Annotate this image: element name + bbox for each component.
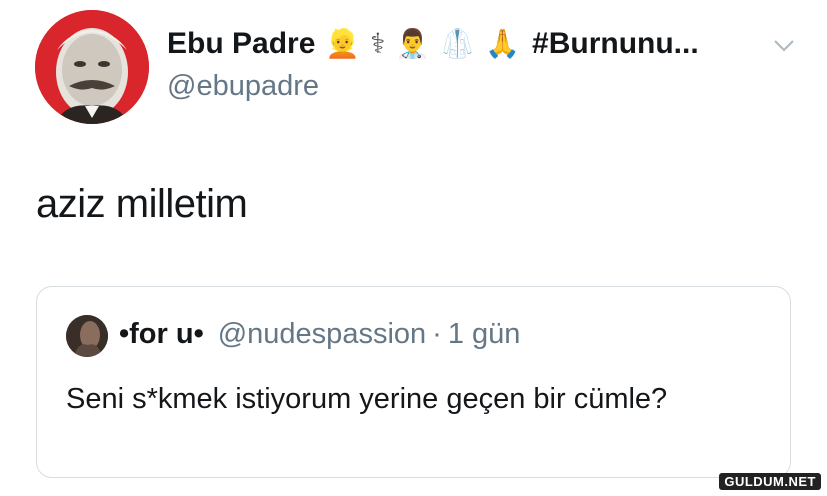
blond-person-emoji-icon: 👱: [325, 28, 361, 59]
author-name-row[interactable]: Ebu Padre 👱 ⚕ 👨‍⚕️ 🥼 🙏 #Burnunu...: [167, 27, 699, 61]
quoted-author-avatar[interactable]: [66, 315, 108, 357]
site-watermark: GULDUM.NET: [719, 473, 821, 490]
author-name[interactable]: Ebu Padre: [167, 27, 315, 61]
quoted-tweet-header: •for u• @nudespassion · 1 gün: [119, 318, 520, 351]
quoted-tweet-card[interactable]: •for u• @nudespassion · 1 gün Seni s*kme…: [36, 286, 791, 478]
medical-symbol-emoji-icon: ⚕: [370, 28, 386, 59]
quoted-author-name[interactable]: •for u•: [119, 318, 204, 351]
separator-dot: ·: [432, 318, 442, 350]
quoted-author-handle[interactable]: @nudespassion: [218, 318, 426, 351]
health-worker-emoji-icon: 👨‍⚕️: [395, 28, 431, 59]
quoted-tweet-time[interactable]: 1 gün: [448, 318, 521, 351]
author-handle[interactable]: @ebupadre: [167, 70, 319, 103]
author-avatar[interactable]: [35, 10, 149, 124]
quoted-tweet-text: Seni s*kmek istiyorum yerine geçen bir c…: [66, 383, 668, 415]
folded-hands-emoji-icon: 🙏: [485, 28, 521, 59]
tweet-text: aziz milletim: [36, 182, 248, 226]
chevron-down-icon[interactable]: [772, 35, 796, 55]
author-name-hashtag: #Burnunu...: [532, 27, 699, 60]
lab-coat-emoji-icon: 🥼: [440, 28, 476, 59]
